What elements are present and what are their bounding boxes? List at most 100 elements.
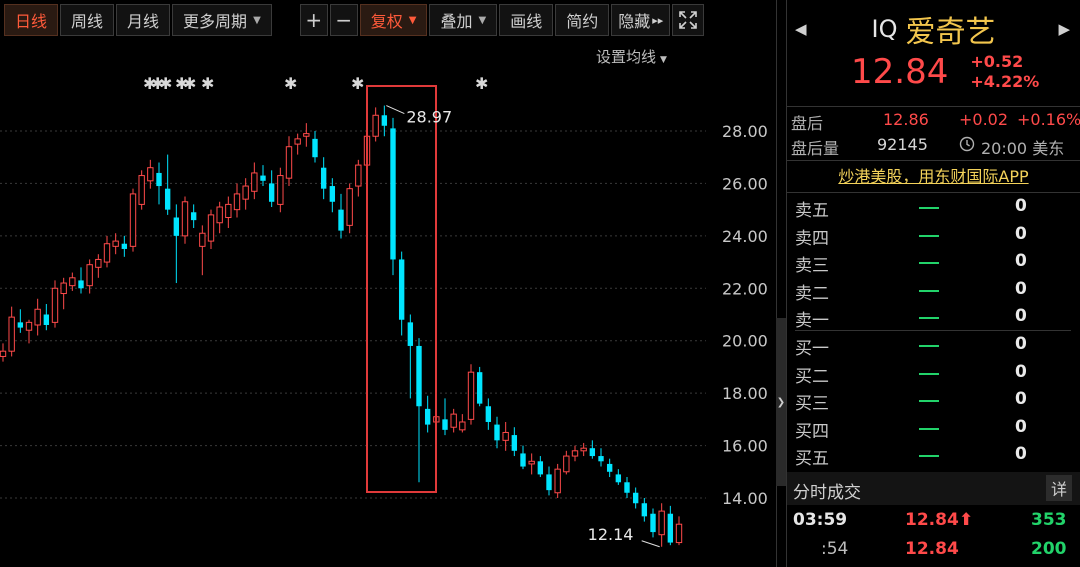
bid-level-row: 买三 0 (795, 387, 1075, 414)
kline-chart[interactable]: 28.00 26.00 24.00 22.00 20.00 18.00 16.00 14.00… (0, 40, 776, 567)
bid-level-row: 买二 0 (795, 360, 1075, 387)
chevron-left-icon: ◀ (795, 20, 807, 38)
ask-level-row: 卖五 0 (795, 194, 1075, 221)
y-tick-label: 28.00 (722, 122, 768, 141)
level-label: 卖四 (795, 228, 829, 249)
ask-level-row: 卖一 0 (795, 304, 1075, 331)
candle-up (216, 206, 223, 224)
y-tick-label: 26.00 (722, 174, 768, 193)
level-quantity: 0 (1015, 306, 1027, 326)
y-tick-label: 20.00 (722, 332, 768, 351)
price-change-pct: +4.22% (970, 72, 1040, 91)
candle-up (580, 447, 587, 452)
candle-up (207, 214, 215, 242)
hide-button[interactable]: 隐藏 ▸▸ (611, 4, 671, 36)
ma-setting-dropdown[interactable]: 设置均线 ▼ (596, 46, 667, 67)
price-placeholder-dash (919, 234, 939, 237)
candle-down (667, 513, 674, 543)
candle-down (320, 167, 327, 189)
period-day-button[interactable]: 日线 (4, 4, 59, 36)
overlay-dropdown[interactable]: 叠加 ▼ (429, 4, 498, 36)
candle-down (43, 314, 50, 325)
candle-down (615, 474, 622, 483)
candle-down (78, 280, 84, 289)
level-quantity: 0 (1015, 444, 1027, 464)
candle-down (312, 138, 318, 158)
candle-up (103, 243, 111, 263)
adjust-label: 复权 (370, 12, 403, 31)
candle-down (632, 492, 639, 504)
chevron-right-icon: ❯ (776, 396, 786, 408)
candle-down (520, 453, 526, 467)
candle-up (0, 350, 7, 357)
price-placeholder-dash (919, 289, 939, 292)
ask-level-row: 卖二 0 (795, 277, 1075, 304)
event-marker-icon: ✱ (284, 74, 297, 93)
quote-panel: ◀ IQ 爱奇艺 ▶ 12.84 +0.52 +4.22% 盘后 12.86 +… (787, 0, 1080, 567)
promo-link[interactable]: 炒港美股，用东财国际APP (787, 163, 1080, 187)
candle-down (121, 243, 128, 249)
candle-down (650, 513, 656, 533)
divider (787, 192, 1080, 193)
prev-stock-button[interactable]: ◀ (795, 20, 807, 38)
candle-up (450, 413, 457, 428)
level-quantity: 0 (1015, 334, 1027, 354)
trade-price: 12.84 (905, 510, 959, 530)
adjust-dropdown[interactable]: 复权 ▼ (359, 4, 428, 36)
candle-up (355, 164, 362, 187)
price-placeholder-dash (919, 207, 939, 209)
fullscreen-button[interactable] (672, 4, 705, 36)
candle-down (494, 424, 500, 441)
more-periods-dropdown[interactable]: 更多周期 ▼ (172, 4, 272, 36)
after-hours-volume: 92145 (877, 135, 928, 154)
ask-level-row: 卖三 0 (795, 249, 1075, 276)
next-stock-button[interactable]: ▶ (1058, 20, 1070, 38)
candle-up (251, 172, 258, 192)
zoom-out-button[interactable]: − (329, 4, 358, 36)
period-week-button[interactable]: 周线 (60, 4, 115, 36)
candle-down (416, 345, 422, 407)
high-pointer-line (386, 105, 405, 115)
candle-down (164, 188, 171, 210)
candle-up (467, 371, 475, 420)
collapse-panel-handle[interactable]: ❯ (776, 318, 786, 486)
candlestick-chart-svg[interactable]: 28.00 26.00 24.00 22.00 20.00 18.00 16.00 14.00… (0, 40, 776, 567)
more-periods-label: 更多周期 (183, 12, 248, 31)
draw-line-button[interactable]: 画线 (499, 4, 554, 36)
bid-level-row: 买五 0 (795, 442, 1075, 469)
overlay-label: 叠加 (440, 12, 473, 31)
level-label: 买一 (795, 339, 829, 359)
y-tick-label: 14.00 (722, 489, 768, 508)
candle-down (338, 209, 344, 231)
after-hours-change: +0.02 (959, 110, 1009, 129)
stock-symbol: IQ (871, 15, 898, 43)
candle-down (511, 435, 518, 451)
level-label: 买五 (795, 449, 829, 469)
level-label: 卖一 (795, 311, 829, 331)
candle-down (390, 128, 396, 260)
level-label: 卖三 (795, 256, 829, 276)
simple-mode-button[interactable]: 简约 (555, 4, 610, 36)
period-month-label: 月线 (127, 12, 160, 31)
candle-down (424, 408, 431, 425)
level-label: 卖五 (795, 201, 829, 221)
period-month-button[interactable]: 月线 (116, 4, 171, 36)
level-quantity: 0 (1015, 361, 1027, 382)
price-placeholder-dash (919, 317, 939, 319)
event-marker-icon: ✱ (351, 74, 364, 93)
candle-down (17, 322, 24, 328)
time-sales-title: 分时成交 (793, 483, 861, 503)
candle-up (242, 185, 249, 200)
candle-down (537, 461, 544, 475)
zoom-in-button[interactable]: + (299, 4, 328, 36)
candle-up (8, 316, 15, 352)
trade-row: 03:59 12.84 ⬆ 353 (787, 510, 1080, 534)
double-chevron-right-icon: ▸▸ (652, 13, 664, 27)
time-sales-detail-button[interactable]: 详 (1046, 475, 1072, 501)
candle-up (285, 146, 293, 179)
chevron-down-icon: ▼ (660, 55, 667, 65)
high-price-label: 28.97 (406, 108, 452, 127)
price-placeholder-dash (919, 345, 939, 347)
candle-up (459, 421, 466, 431)
candle-down (329, 186, 336, 202)
